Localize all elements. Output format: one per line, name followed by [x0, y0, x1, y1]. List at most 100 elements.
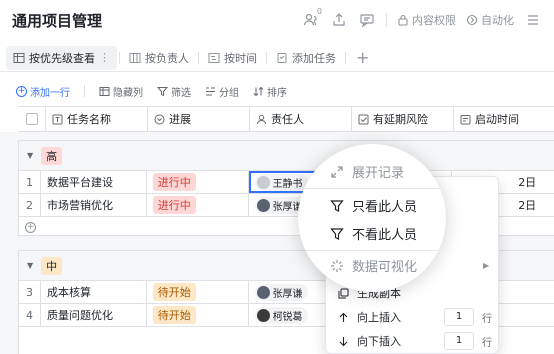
- select-all[interactable]: [18, 107, 46, 131]
- text-field-icon: [52, 114, 63, 125]
- magnifier-lens: 展开记录 只看此人员 不看此人员 数据可视化: [298, 144, 446, 292]
- status-cell[interactable]: 待开始: [147, 304, 249, 326]
- topbar: 通用项目管理 0 内容权限 自动化: [0, 0, 554, 40]
- sort-icon: [253, 86, 264, 97]
- share-icon[interactable]: [330, 11, 348, 29]
- filter-icon: [157, 86, 168, 97]
- task-name-cell[interactable]: 市场营销优化: [41, 194, 147, 216]
- column-header-status[interactable]: 进展: [148, 107, 250, 131]
- collapse-caret-icon[interactable]: ▼: [27, 151, 33, 160]
- menu-item-label: 数据可视化: [352, 260, 418, 275]
- owner-chip[interactable]: 张厚谦: [254, 283, 308, 301]
- filter-icon: [330, 227, 344, 241]
- top-actions: 0 内容权限 自动化: [302, 0, 542, 40]
- priority-tag: 中: [41, 256, 63, 275]
- permissions-label: 内容权限: [412, 14, 456, 27]
- task-name-cell[interactable]: 数据平台建设: [41, 171, 147, 193]
- column-header-owner[interactable]: 责任人: [250, 107, 352, 131]
- gantt-icon: [208, 52, 220, 64]
- owner-chip[interactable]: 柯锐葛: [254, 306, 308, 324]
- date-field-icon: [460, 114, 471, 125]
- divider: [198, 51, 199, 64]
- avatar: [256, 308, 270, 322]
- menu-item-expand-record[interactable]: 展开记录: [330, 162, 404, 181]
- collapse-caret-icon[interactable]: ▼: [27, 261, 33, 270]
- column-header-name[interactable]: 任务名称: [46, 107, 148, 131]
- sort-button[interactable]: 排序: [253, 84, 287, 99]
- sort-label: 排序: [267, 87, 287, 99]
- row-index: 4: [19, 304, 41, 326]
- menu-item-label: 向上插入: [357, 311, 401, 324]
- status-cell[interactable]: 进行中: [147, 171, 249, 193]
- row-unit-label: 行: [482, 337, 492, 349]
- status-badge: 进行中: [152, 173, 196, 191]
- filter-icon: [330, 199, 344, 213]
- divider: [298, 250, 446, 251]
- owner-name: 张厚谦: [272, 288, 303, 300]
- column-header-start-date[interactable]: 启动时间: [454, 107, 554, 131]
- checkbox-field-icon: [358, 114, 369, 125]
- owner-name: 柯锐葛: [272, 311, 303, 323]
- tab-owner-view[interactable]: 按负责人: [122, 46, 196, 70]
- start-date-value: 2日: [518, 199, 537, 212]
- group-label: 分组: [219, 87, 239, 99]
- row-unit-label: 行: [482, 313, 492, 325]
- divider: [298, 188, 446, 189]
- sparkle-icon: [330, 259, 344, 273]
- grid-view-icon: [13, 52, 25, 64]
- collaborators-icon[interactable]: 0: [302, 7, 322, 29]
- kanban-icon: [129, 52, 141, 64]
- more-icon[interactable]: ⋮: [99, 51, 110, 64]
- submenu-arrow-icon: ▶: [483, 261, 490, 270]
- tab-label: 添加任务: [292, 51, 336, 65]
- arrow-down-icon: [338, 336, 349, 347]
- status-badge: 进行中: [152, 196, 196, 214]
- start-date-value: 2日: [518, 176, 537, 189]
- hide-columns-icon: [99, 86, 110, 97]
- task-name-cell[interactable]: 成本核算: [41, 281, 147, 303]
- tab-time-view[interactable]: 按时间: [201, 46, 264, 70]
- insert-above-count-input[interactable]: 1: [444, 308, 474, 326]
- row-index: 1: [19, 171, 41, 193]
- menu-icon[interactable]: [524, 11, 542, 29]
- copy-icon: [338, 288, 349, 299]
- plus-icon: +: [16, 85, 27, 97]
- add-row-button[interactable]: + 添加一行: [16, 84, 70, 99]
- row-index: 3: [19, 281, 41, 303]
- task-name-cell[interactable]: 质量问题优化: [41, 304, 147, 326]
- hide-columns-button[interactable]: 隐藏列: [99, 84, 143, 99]
- add-row-label: 添加一行: [30, 87, 70, 99]
- insert-below-count-input[interactable]: 1: [444, 332, 474, 350]
- permissions-button[interactable]: 内容权限: [397, 12, 456, 28]
- tab-label: 按负责人: [145, 51, 189, 65]
- group-header[interactable]: ▼ 高: [19, 141, 554, 171]
- comment-icon[interactable]: [358, 11, 376, 29]
- select-all-checkbox[interactable]: [25, 113, 38, 125]
- table-toolbar: + 添加一行 隐藏列 筛选 分组 排序: [16, 80, 554, 102]
- menu-item-data-visualization[interactable]: 数据可视化: [330, 256, 417, 275]
- lock-icon: [397, 14, 409, 26]
- menu-item-exclude-this-person[interactable]: 不看此人员: [330, 224, 417, 243]
- menu-item-label: 展开记录: [352, 166, 405, 181]
- tab-label: 按时间: [224, 51, 257, 65]
- menu-item-only-this-person[interactable]: 只看此人员: [330, 196, 417, 215]
- automation-button[interactable]: 自动化: [466, 12, 514, 28]
- column-header-risk[interactable]: 有延期风险: [352, 107, 454, 131]
- automation-label: 自动化: [481, 14, 514, 27]
- menu-item-insert-below[interactable]: 向下插入 1 行: [326, 329, 500, 353]
- add-view-button[interactable]: +: [348, 48, 377, 67]
- group-button[interactable]: 分组: [205, 84, 239, 99]
- avatar: [256, 285, 270, 299]
- tab-add-task[interactable]: 添加任务: [269, 46, 343, 70]
- app-title: 通用项目管理: [12, 11, 103, 30]
- avatar: [256, 175, 270, 189]
- tab-priority-view[interactable]: 按优先级查看 ⋮: [6, 45, 117, 70]
- plus-icon: +: [25, 221, 36, 233]
- status-cell[interactable]: 进行中: [147, 194, 249, 216]
- column-label: 任务名称: [67, 113, 111, 126]
- filter-button[interactable]: 筛选: [157, 84, 191, 99]
- status-cell[interactable]: 待开始: [147, 281, 249, 303]
- priority-tag: 高: [41, 146, 63, 165]
- menu-item-insert-above[interactable]: 向上插入 1 行: [326, 305, 500, 329]
- expand-icon: [330, 165, 344, 179]
